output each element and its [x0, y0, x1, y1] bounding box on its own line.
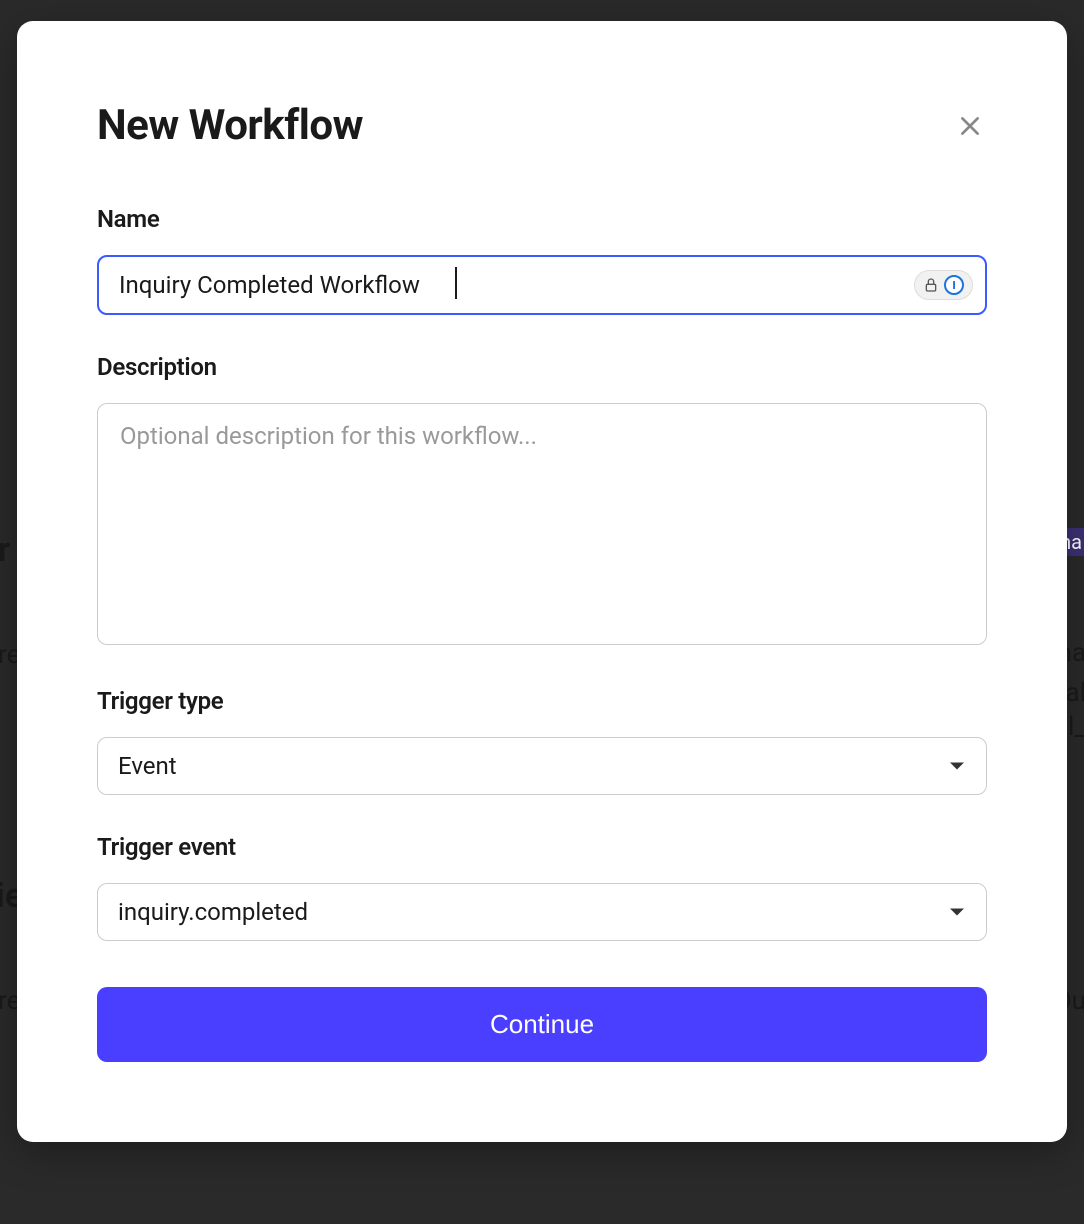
trigger-event-field-group: Trigger event inquiry.completed	[97, 833, 987, 941]
trigger-event-select-wrapper: inquiry.completed	[97, 883, 987, 941]
description-input[interactable]	[97, 403, 987, 645]
onepassword-icon: I	[944, 275, 964, 295]
trigger-event-label: Trigger event	[97, 833, 987, 861]
description-label: Description	[97, 353, 987, 381]
name-input[interactable]	[97, 255, 987, 315]
trigger-type-label: Trigger type	[97, 687, 987, 715]
close-button[interactable]	[953, 109, 987, 143]
new-workflow-modal: New Workflow Name I Description Tr	[17, 21, 1067, 1142]
name-field-group: Name I	[97, 205, 987, 315]
modal-title: New Workflow	[97, 101, 363, 150]
continue-button[interactable]: Continue	[97, 987, 987, 1062]
trigger-event-select[interactable]: inquiry.completed	[97, 883, 987, 941]
text-cursor	[455, 267, 457, 299]
lock-icon	[923, 277, 939, 293]
name-label: Name	[97, 205, 987, 233]
close-icon	[957, 113, 983, 139]
trigger-type-select-wrapper: Event	[97, 737, 987, 795]
trigger-type-field-group: Trigger type Event	[97, 687, 987, 795]
description-field-group: Description	[97, 353, 987, 649]
trigger-type-select[interactable]: Event	[97, 737, 987, 795]
name-input-wrapper: I	[97, 255, 987, 315]
password-manager-badge[interactable]: I	[914, 270, 973, 300]
modal-header: New Workflow	[97, 101, 987, 150]
